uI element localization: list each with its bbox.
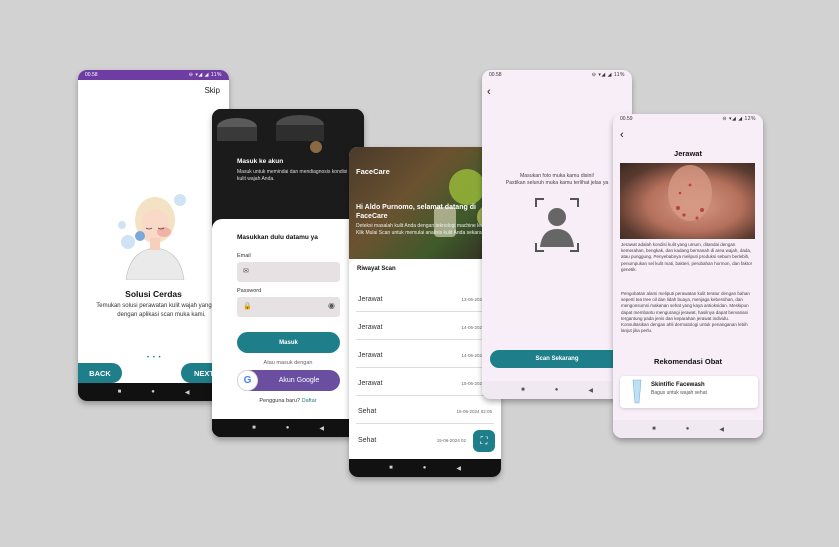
login-hero-description: Masuk untuk memindai dan mendiagnosis ko… (237, 169, 348, 182)
lock-icon: 🔒 (243, 303, 252, 310)
acne-face-photo (620, 163, 755, 239)
skip-button[interactable]: Skip (204, 86, 220, 95)
status-bar: 00.58 ⊖ ▾◢ ◢ 11% (78, 70, 229, 80)
recents-icon[interactable]: ■ (118, 389, 122, 395)
system-nav-bar: ■ ● ◀ (613, 420, 763, 438)
home-icon[interactable]: ● (686, 426, 690, 432)
greeting-title: Hi Aldo Purnomo, selamat datang di FaceC… (356, 204, 476, 220)
onboarding-screen: 00.58 ⊖ ▾◢ ◢ 11% Skip Solusi Cerdas Temu… (78, 70, 229, 401)
onboarding-title: Solusi Cerdas (125, 289, 182, 299)
recents-icon[interactable]: ■ (652, 426, 656, 432)
email-label: Email (237, 253, 251, 259)
login-hero-title: Masuk ke akun (237, 158, 284, 165)
status-time: 00.58 (85, 72, 98, 78)
home-icon[interactable]: ● (151, 389, 155, 395)
back-arrow-icon[interactable]: ‹ (487, 86, 491, 98)
product-description: Bagus untuk wajah sehat (651, 390, 707, 396)
acne-spots (668, 165, 712, 221)
onboarding-description: Temukan solusi perawatan kulit wajah yan… (96, 303, 227, 318)
history-date: 15-06-2024 02 (436, 437, 466, 443)
woman-washing-face-illustration (118, 194, 186, 280)
status-icons: ⊖ ▾◢ ◢ 12% (722, 116, 756, 122)
product-name: Skintific Facewash (651, 382, 705, 388)
register-link[interactable]: Daftar (302, 398, 317, 404)
history-row[interactable]: Jerawat 15-06-2024 00: (356, 372, 494, 396)
history-row[interactable]: Jerawat 14-06-2024 22: (356, 316, 494, 340)
recents-icon[interactable]: ■ (521, 387, 525, 393)
history-row[interactable]: Sehat 15-06-2024 02:05 (356, 400, 494, 424)
recents-icon[interactable]: ■ (389, 465, 393, 471)
scan-instructions: Masukan foto muka kamu disini! Pastikan … (505, 173, 609, 186)
password-label: Password (237, 288, 262, 294)
password-field[interactable]: 🔒 ◉ (237, 297, 340, 317)
scan-now-button[interactable]: Scan Sekarang (490, 350, 624, 368)
history-date: 15-06-2024 02:05 (456, 409, 492, 414)
greeting-description: Deteksi masalah kulit Anda dengan teknol… (356, 223, 500, 236)
register-prompt-text: Pengguna baru? (259, 398, 301, 404)
status-time: 00.58 (489, 72, 502, 78)
product-card[interactable]: Skintific Facewash Bagus untuk wajah seh… (620, 376, 758, 408)
history-name: Sehat (358, 436, 377, 444)
login-card-title: Masukkan dulu datamu ya (237, 234, 318, 241)
or-divider-text: Atau masuk dengan (263, 360, 313, 366)
scan-icon: ⛶ (480, 435, 488, 447)
google-icon: G (237, 370, 258, 391)
face-placeholder-icon[interactable] (534, 197, 580, 253)
history-name: Sehat (358, 408, 377, 415)
status-icons: ⊖ ▾◢ ◢ 11% (591, 72, 625, 78)
mail-icon: ✉ (243, 268, 249, 275)
home-icon[interactable]: ● (286, 425, 290, 431)
login-screen: Masuk ke akun Masuk untuk memindai dan m… (212, 109, 364, 437)
history-title: Riwayat Scan (357, 266, 396, 272)
system-nav-bar: ■ ● ◀ (78, 383, 229, 401)
scan-screen: 00.58 ⊖ ▾◢ ◢ 11% ‹ Masukan foto muka kam… (482, 70, 632, 399)
system-nav-bar: ■ ● ◀ (212, 419, 364, 437)
history-name: Jerawat (358, 296, 383, 303)
login-hero-image (212, 109, 364, 221)
result-screen: 00.59 ⊖ ▾◢ ◢ 12% ‹ Jerawat Jerawat adala… (613, 114, 763, 438)
back-button[interactable]: BACK (78, 363, 122, 383)
facewash-tube-icon (632, 379, 642, 404)
history-name: Jerawat (358, 324, 383, 331)
status-time: 00.59 (620, 116, 633, 122)
back-nav-icon[interactable]: ◀ (719, 426, 724, 433)
email-field[interactable]: ✉ (237, 262, 340, 282)
history-name: Jerawat (358, 380, 383, 387)
home-icon[interactable]: ● (423, 465, 427, 471)
app-brand: FaceCare (356, 167, 390, 176)
history-name: Jerawat (358, 352, 383, 359)
back-nav-icon[interactable]: ◀ (185, 389, 190, 396)
recents-icon[interactable]: ■ (252, 425, 256, 431)
back-arrow-icon[interactable]: ‹ (620, 129, 624, 141)
history-row[interactable]: Jerawat 13-06-2024 23: (356, 288, 494, 312)
back-nav-icon[interactable]: ◀ (456, 465, 461, 472)
result-title: Jerawat (674, 149, 702, 158)
status-bar: 00.58 ⊖ ▾◢ ◢ 11% (482, 70, 632, 80)
home-icon[interactable]: ● (555, 387, 559, 393)
google-button-label: Akun Google (278, 377, 320, 384)
status-icons: ⊖ ▾◢ ◢ 11% (188, 72, 222, 78)
login-button[interactable]: Masuk (237, 332, 340, 353)
description-paragraph: Jerawat adalah kondisi kulit yang umum, … (621, 242, 753, 272)
history-row[interactable]: Jerawat 14-06-2024 22: (356, 344, 494, 368)
system-nav-bar: ■ ● ◀ (482, 381, 632, 399)
register-prompt: Pengguna baru? Daftar (212, 398, 364, 404)
system-nav-bar: ■ ● ◀ (349, 459, 501, 477)
eye-icon[interactable]: ◉ (328, 301, 335, 310)
scan-fab-button[interactable]: ⛶ (473, 430, 495, 452)
page-indicator: • • • (147, 355, 162, 361)
treatment-paragraph: Pengobatan alami meliputi perawatan kuli… (621, 291, 750, 334)
home-screen: FaceCare Hi Aldo Purnomo, selamat datang… (349, 147, 501, 477)
back-nav-icon[interactable]: ◀ (319, 425, 324, 432)
back-nav-icon[interactable]: ◀ (588, 387, 593, 394)
google-login-button[interactable]: G Akun Google (237, 370, 340, 391)
status-bar: 00.59 ⊖ ▾◢ ◢ 12% (613, 114, 763, 124)
recommendation-title: Rekomendasi Obat (654, 357, 722, 366)
skincare-jars-photo (212, 109, 364, 221)
